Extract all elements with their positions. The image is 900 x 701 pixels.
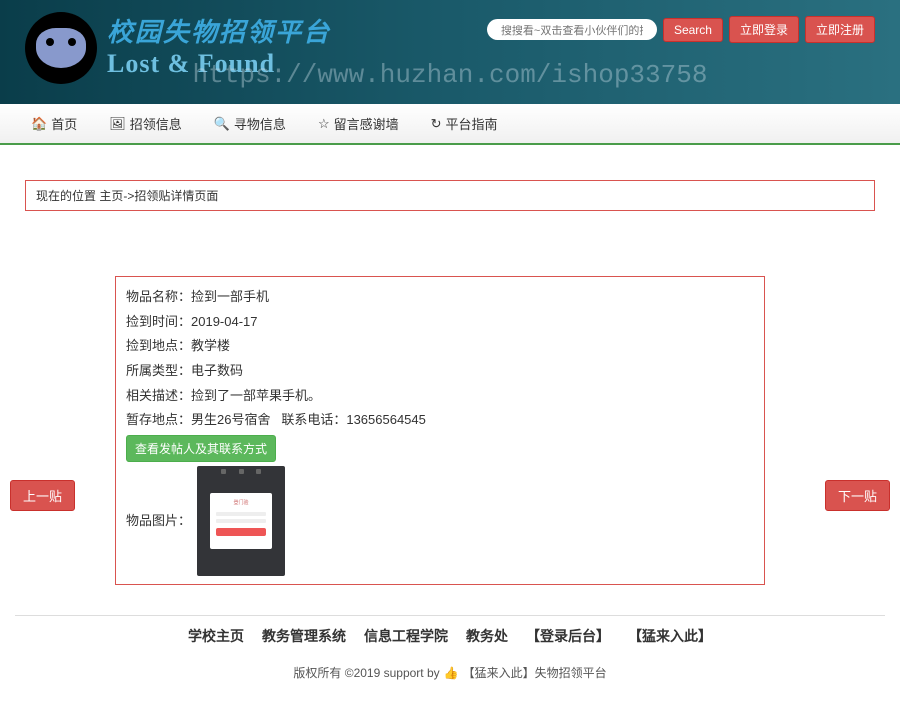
breadcrumb-home[interactable]: 主页 xyxy=(99,189,123,203)
desc-label: 相关描述： xyxy=(126,384,191,409)
search-wrap xyxy=(487,19,657,40)
phone-label: 联系电话： xyxy=(281,408,346,433)
item-name-label: 物品名称： xyxy=(126,285,191,310)
nav-icon: 🖼 xyxy=(109,116,126,132)
found-time-value: 2019-04-17 xyxy=(191,310,258,335)
nav-label: 寻物信息 xyxy=(234,114,286,133)
login-button[interactable]: 立即登录 xyxy=(729,16,799,43)
found-time-label: 捡到时间： xyxy=(126,310,191,335)
nav-label: 招领信息 xyxy=(130,114,182,133)
item-image: 登门验 xyxy=(197,466,285,576)
header: 校园失物招领平台 Lost & Found Search 立即登录 立即注册 h… xyxy=(0,0,900,104)
nav-item[interactable]: 🔍寻物信息 xyxy=(198,104,302,143)
content: 现在的位置 主页->招领贴详情页面 上一贴 下一贴 物品名称：捡到一部手机 捡到… xyxy=(15,180,885,585)
nav-icon: ↻ xyxy=(431,116,442,132)
navbar: 🏠首页🖼招领信息🔍寻物信息☆留言感谢墙↻平台指南 xyxy=(0,104,900,145)
thumb-icon: 👍 xyxy=(444,666,459,680)
item-type-label: 所属类型： xyxy=(126,359,191,384)
nav-label: 平台指南 xyxy=(446,114,498,133)
footer-link[interactable]: 教务处 xyxy=(466,626,508,646)
nav-item[interactable]: 🖼招领信息 xyxy=(93,104,198,143)
search-input[interactable] xyxy=(501,25,643,37)
footer-link[interactable]: 信息工程学院 xyxy=(364,626,448,646)
nav-item[interactable]: ☆留言感谢墙 xyxy=(302,104,415,143)
nav-item[interactable]: ↻平台指南 xyxy=(415,104,514,143)
footer-links: 学校主页教务管理系统信息工程学院教务处【登录后台】【猛来入此】 xyxy=(15,626,885,646)
search-button[interactable]: Search xyxy=(663,18,723,42)
prev-button[interactable]: 上一贴 xyxy=(10,480,75,511)
item-type-value: 电子数码 xyxy=(191,359,243,384)
found-place-value: 教学楼 xyxy=(191,334,230,359)
nav-item[interactable]: 🏠首页 xyxy=(15,104,93,143)
item-name-value: 捡到一部手机 xyxy=(191,285,269,310)
nav-label: 首页 xyxy=(51,114,77,133)
nav-icon: 🏠 xyxy=(31,116,47,132)
detail-box: 物品名称：捡到一部手机 捡到时间：2019-04-17 捡到地点：教学楼 所属类… xyxy=(115,276,765,585)
image-label: 物品图片： xyxy=(126,509,191,534)
breadcrumb-current: 招领贴详情页面 xyxy=(134,189,218,203)
phone-value: 13656564545 xyxy=(346,408,426,433)
found-place-label: 捡到地点： xyxy=(126,334,191,359)
footer: 学校主页教务管理系统信息工程学院教务处【登录后台】【猛来入此】 版权所有 ©20… xyxy=(15,615,885,701)
footer-link[interactable]: 【登录后台】 xyxy=(526,626,610,646)
register-button[interactable]: 立即注册 xyxy=(805,16,875,43)
nav-icon: ☆ xyxy=(318,116,330,132)
site-title-en: Lost & Found xyxy=(107,49,331,79)
next-button[interactable]: 下一贴 xyxy=(825,480,890,511)
footer-link[interactable]: 【猛来入此】 xyxy=(628,626,712,646)
view-contact-button[interactable]: 查看发帖人及其联系方式 xyxy=(126,435,276,462)
copyright: 版权所有 ©2019 support by 👍 【猛来入此】失物招领平台 xyxy=(15,664,885,681)
store-label: 暂存地点： xyxy=(126,408,191,433)
breadcrumb: 现在的位置 主页->招领贴详情页面 xyxy=(25,180,875,211)
logo-wrap: 校园失物招领平台 Lost & Found xyxy=(25,12,331,84)
nav-label: 留言感谢墙 xyxy=(334,114,399,133)
site-title-cn: 校园失物招领平台 xyxy=(107,12,331,49)
nav-icon: 🔍 xyxy=(214,116,230,132)
footer-link[interactable]: 学校主页 xyxy=(188,626,244,646)
desc-value: 捡到了一部苹果手机。 xyxy=(191,384,321,409)
logo-icon xyxy=(25,12,97,84)
store-value: 男生26号宿舍 xyxy=(191,408,270,433)
footer-link[interactable]: 教务管理系统 xyxy=(262,626,346,646)
